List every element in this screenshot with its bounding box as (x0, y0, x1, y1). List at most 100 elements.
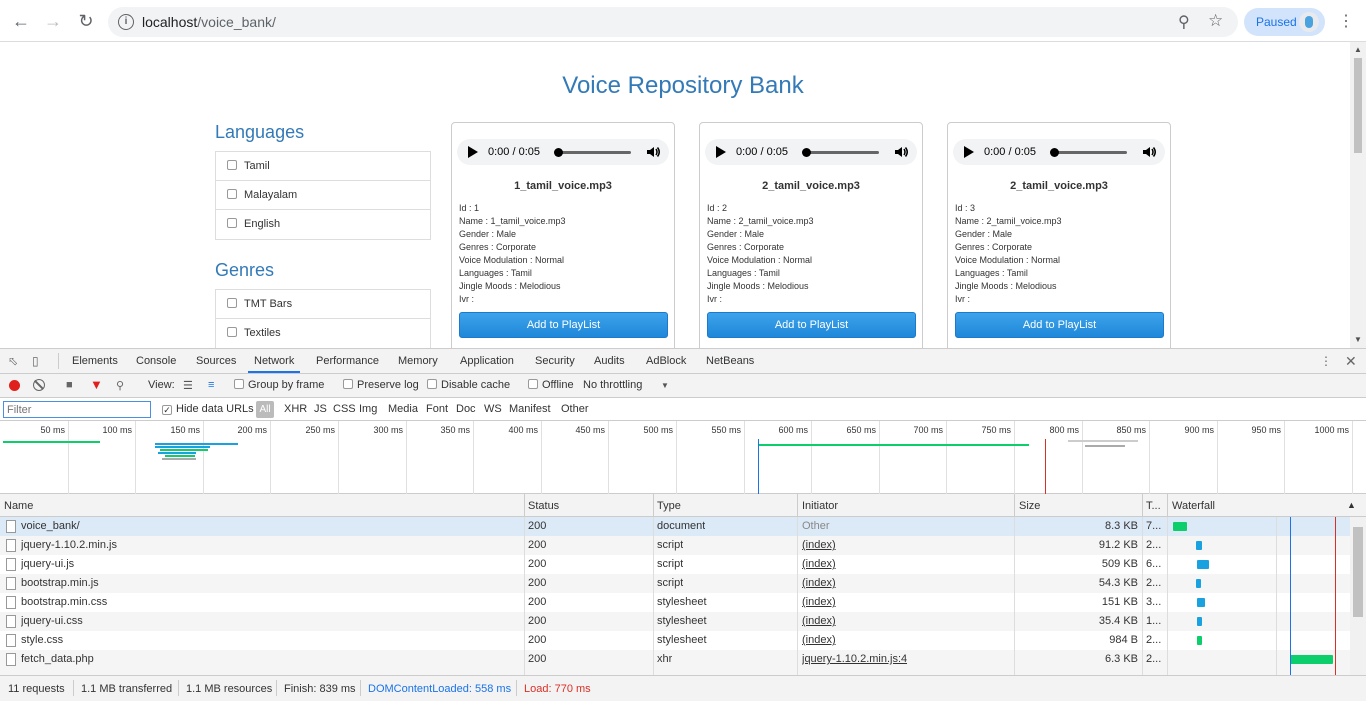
record-icon[interactable] (9, 380, 20, 391)
tab-sources[interactable]: Sources (196, 355, 236, 367)
forward-arrow-icon[interactable]: → (42, 10, 64, 32)
checkbox[interactable] (227, 160, 237, 170)
filter-type-other[interactable]: Other (561, 403, 589, 415)
large-rows-icon[interactable]: ☰ (183, 379, 193, 392)
audio-player[interactable]: 0:00 / 0:05 (457, 139, 669, 165)
column-divider[interactable] (1142, 494, 1143, 517)
url-text[interactable]: localhost/voice_bank/ (142, 14, 276, 30)
page-scrollbar[interactable]: ▲ ▼ (1350, 42, 1366, 348)
column-header-type[interactable]: Type (657, 500, 681, 512)
scrollbar-thumb[interactable] (1354, 58, 1362, 153)
tab-audits[interactable]: Audits (594, 355, 625, 367)
filter-type-ws[interactable]: WS (484, 403, 502, 415)
request-name[interactable]: jquery-1.10.2.min.js (21, 536, 521, 555)
column-divider[interactable] (524, 494, 525, 517)
request-name[interactable]: bootstrap.min.css (21, 593, 521, 612)
table-row[interactable]: jquery-ui.js 200 script (index) 509 KB 6… (0, 555, 1350, 574)
group-by-frame-checkbox[interactable]: Group by frame (234, 379, 324, 391)
filter-type-js[interactable]: JS (314, 403, 327, 415)
volume-icon[interactable] (1141, 144, 1157, 160)
table-row[interactable]: bootstrap.min.js 200 script (index) 54.3… (0, 574, 1350, 593)
offline-checkbox[interactable]: Offline (528, 379, 574, 391)
table-row[interactable]: jquery-1.10.2.min.js 200 script (index) … (0, 536, 1350, 555)
genre-item-tmt-bars[interactable]: TMT Bars (216, 290, 430, 319)
play-icon[interactable] (716, 146, 726, 158)
close-icon[interactable]: ✕ (1345, 354, 1359, 368)
request-initiator[interactable]: jquery-1.10.2.min.js:4 (802, 650, 907, 669)
tab-performance[interactable]: Performance (316, 355, 379, 367)
request-name[interactable]: jquery-ui.css (21, 612, 521, 631)
column-header-name[interactable]: Name (4, 500, 33, 512)
filter-funnel-icon[interactable]: ▼ (90, 377, 103, 392)
volume-icon[interactable] (645, 144, 661, 160)
table-row[interactable]: jquery-ui.css 200 stylesheet (index) 35.… (0, 612, 1350, 631)
tab-memory[interactable]: Memory (398, 355, 438, 367)
request-name[interactable]: voice_bank/ (21, 517, 521, 536)
filter-type-media[interactable]: Media (388, 403, 418, 415)
address-bar[interactable]: i localhost/voice_bank/ ⚲ ☆ (108, 7, 1238, 37)
column-divider[interactable] (1014, 494, 1015, 517)
table-scrollbar[interactable] (1350, 517, 1366, 675)
audio-seek-knob[interactable] (554, 148, 563, 157)
audio-seek-knob[interactable] (802, 148, 811, 157)
column-divider[interactable] (1167, 494, 1168, 517)
table-row[interactable]: fetch_data.php 200 xhr jquery-1.10.2.min… (0, 650, 1350, 669)
hide-data-urls-checkbox[interactable]: ✓ Hide data URLs (162, 403, 254, 415)
disable-cache-checkbox[interactable]: Disable cache (427, 379, 510, 391)
audio-seek-bar[interactable] (559, 151, 631, 154)
sort-arrow-icon[interactable]: ▲ (1347, 500, 1356, 510)
column-divider[interactable] (653, 494, 654, 517)
waterfall-view-icon[interactable]: ≡ (208, 379, 214, 391)
checkbox[interactable] (227, 218, 237, 228)
checkbox[interactable] (227, 298, 237, 308)
filter-type-img[interactable]: Img (359, 403, 377, 415)
browser-menu-icon[interactable]: ⋮ (1338, 11, 1354, 31)
filter-type-font[interactable]: Font (426, 403, 448, 415)
request-initiator[interactable]: (index) (802, 574, 836, 593)
preserve-log-checkbox[interactable]: Preserve log (343, 379, 419, 391)
tab-adblock[interactable]: AdBlock (646, 355, 686, 367)
request-initiator[interactable]: (index) (802, 555, 836, 574)
request-name[interactable]: style.css (21, 631, 521, 650)
scrollbar-thumb[interactable] (1353, 527, 1363, 617)
search-icon[interactable]: ⚲ (116, 379, 124, 392)
add-to-playlist-button[interactable]: Add to PlayList (707, 312, 916, 338)
filter-type-doc[interactable]: Doc (456, 403, 476, 415)
volume-icon[interactable] (893, 144, 909, 160)
chevron-down-icon[interactable]: ▼ (661, 381, 669, 390)
request-name[interactable]: bootstrap.min.js (21, 574, 521, 593)
table-row[interactable]: voice_bank/ 200 document Other 8.3 KB 7.… (0, 517, 1350, 536)
clear-icon[interactable] (33, 379, 45, 391)
play-icon[interactable] (964, 146, 974, 158)
inspect-element-icon[interactable]: ⬁ (8, 354, 22, 368)
checkbox[interactable] (227, 189, 237, 199)
devtools-menu-icon[interactable]: ⋮ (1320, 354, 1334, 368)
filter-input[interactable] (3, 401, 151, 418)
profile-paused-button[interactable]: Paused (1244, 8, 1325, 36)
play-icon[interactable] (468, 146, 478, 158)
tab-console[interactable]: Console (136, 355, 176, 367)
request-initiator[interactable]: (index) (802, 593, 836, 612)
request-initiator[interactable]: (index) (802, 536, 836, 555)
column-header-status[interactable]: Status (528, 500, 559, 512)
filter-type-css[interactable]: CSS (333, 403, 356, 415)
info-icon[interactable]: i (118, 14, 134, 30)
add-to-playlist-button[interactable]: Add to PlayList (459, 312, 668, 338)
column-header-t[interactable]: T... (1146, 500, 1161, 512)
table-row[interactable]: style.css 200 stylesheet (index) 984 B 2… (0, 631, 1350, 650)
request-initiator[interactable]: (index) (802, 612, 836, 631)
column-header-waterfall[interactable]: Waterfall (1172, 500, 1215, 512)
scroll-down-arrow-icon[interactable]: ▼ (1354, 335, 1362, 344)
tab-netbeans[interactable]: NetBeans (706, 355, 754, 367)
tab-security[interactable]: Security (535, 355, 575, 367)
tab-network[interactable]: Network (247, 355, 301, 373)
throttling-select[interactable]: No throttling (583, 379, 642, 391)
back-arrow-icon[interactable]: ← (10, 10, 32, 32)
tab-elements[interactable]: Elements (72, 355, 118, 367)
filter-type-xhr[interactable]: XHR (284, 403, 307, 415)
audio-player[interactable]: 0:00 / 0:05 (953, 139, 1165, 165)
column-divider[interactable] (797, 494, 798, 517)
checkbox[interactable] (227, 327, 237, 337)
audio-player[interactable]: 0:00 / 0:05 (705, 139, 917, 165)
scroll-up-arrow-icon[interactable]: ▲ (1354, 45, 1362, 54)
